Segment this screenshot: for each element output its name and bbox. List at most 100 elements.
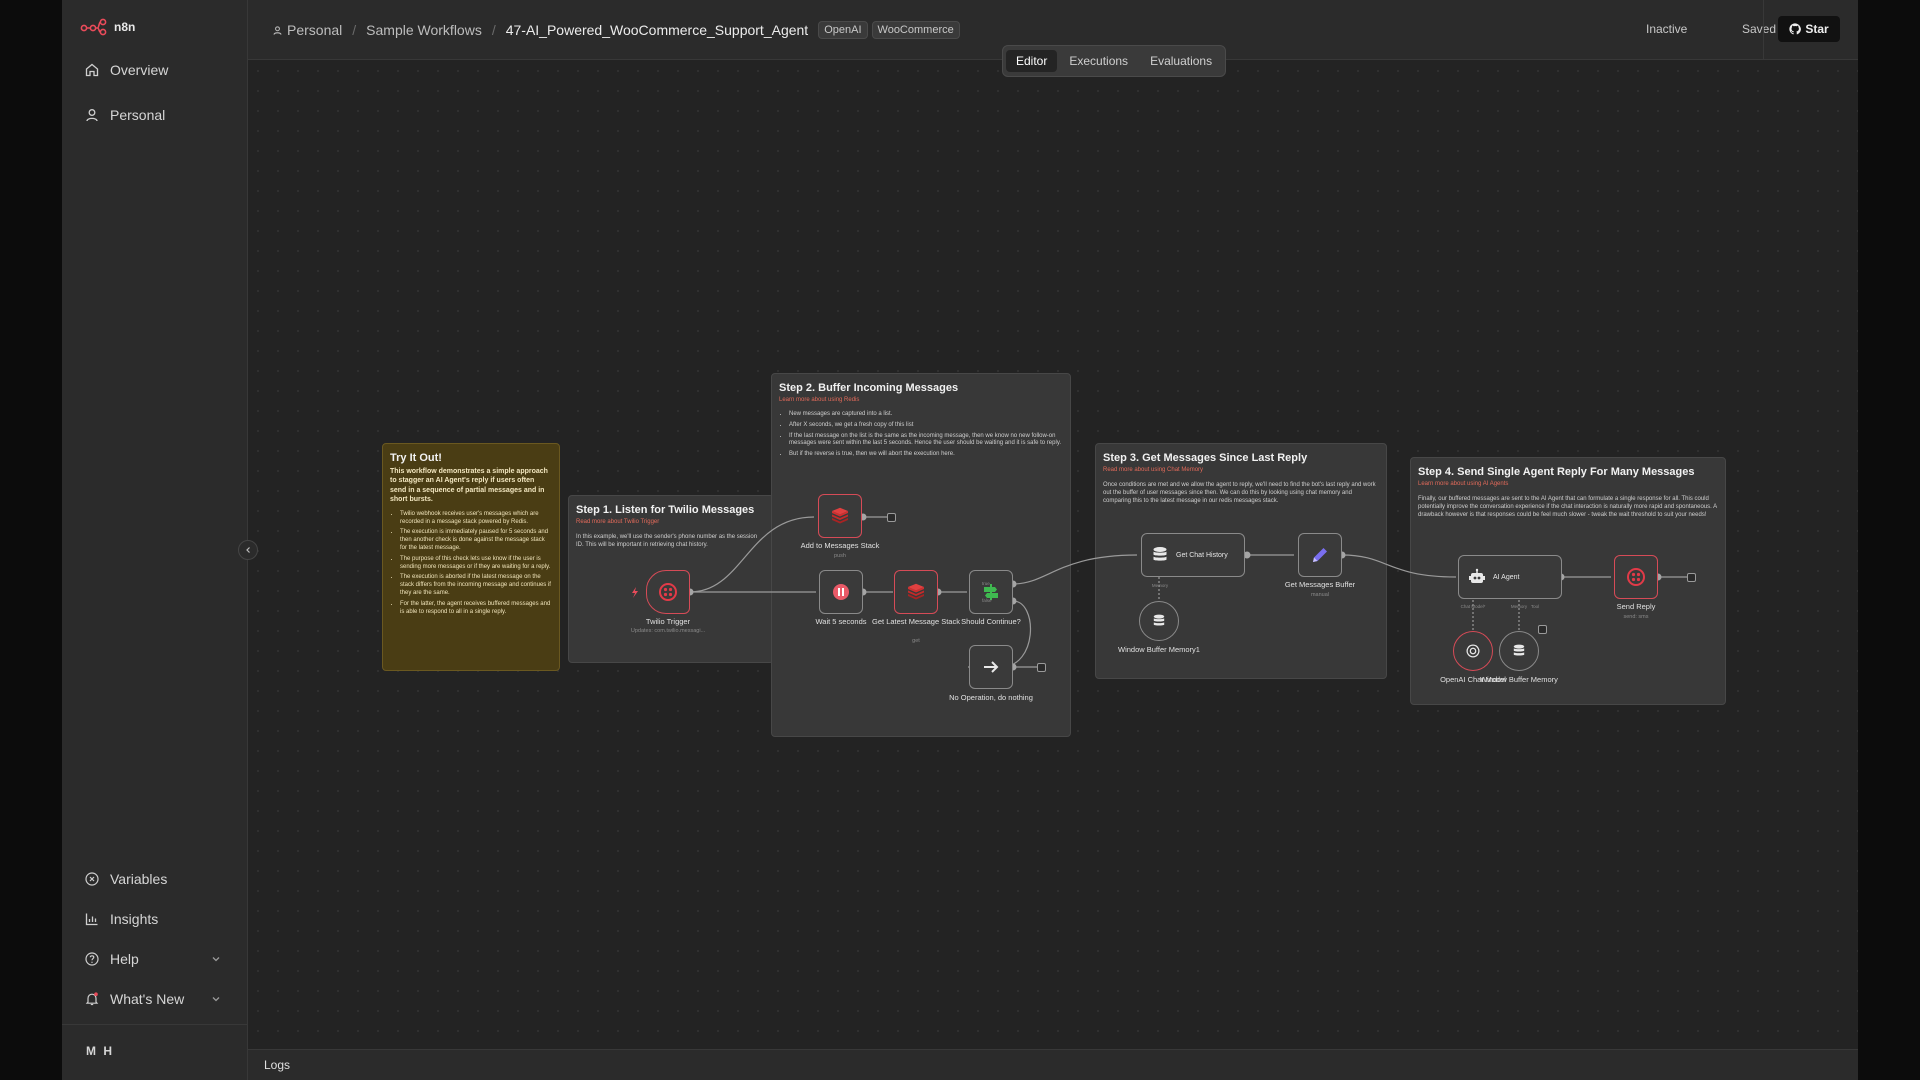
home-icon [85,63,99,77]
github-star-area: Star [1763,0,1858,60]
openai-icon [1466,644,1480,658]
sidebar-item-label: Help [110,951,139,967]
github-star-button[interactable]: Star [1778,16,1840,42]
node-get-messages-buffer[interactable] [1298,533,1342,577]
node-label: Send Reply [1616,602,1656,611]
sidebar-item-label: Variables [110,871,168,887]
node-subtitle: push [834,553,846,559]
breadcrumb-separator: / [352,22,357,38]
robot-icon [1469,568,1485,583]
node-subtitle: get [912,638,920,644]
node-no-operation[interactable] [969,645,1013,689]
node-send-reply[interactable] [1614,555,1658,599]
sidebar-item-whats-new[interactable]: What's New [74,982,236,1016]
node-get-chat-history[interactable]: Get Chat History [1141,533,1245,577]
chevron-down-icon [212,997,220,1002]
add-node-endpoint[interactable] [887,513,896,522]
breadcrumb-folder[interactable]: Sample Workflows [366,22,482,38]
app-name: n8n [114,20,136,34]
node-label: Window Buffer Memory1 [1118,645,1200,654]
tab-executions[interactable]: Executions [1059,50,1138,72]
node-openai-chat-model[interactable] [1453,631,1493,671]
workflow-name[interactable]: 47-AI_Powered_WooCommerce_Support_Agent [506,22,808,38]
logs-label: Logs [264,1058,291,1072]
sidebar-item-help[interactable]: Help [74,942,236,976]
node-label: Should Continue? [961,617,1021,626]
arrow-right-icon [984,661,999,673]
chart-icon [85,913,98,926]
sidebar-item-personal[interactable]: Personal [74,98,236,132]
sidebar-item-label: Insights [110,911,159,927]
active-toggle-status[interactable]: Inactive [1646,22,1687,36]
workflow-canvas[interactable]: Try It Out! This workflow demonstrates a… [248,61,1858,1049]
node-label: Get Messages Buffer [1284,580,1356,589]
bell-icon [85,992,99,1006]
user-initials[interactable]: M H [86,1044,114,1058]
trigger-bolt-icon [632,587,638,598]
node-label: AI Agent [1493,573,1520,581]
branch-true-label: true [982,581,990,586]
redis-icon [908,583,924,600]
pause-icon [833,584,849,600]
port-label: Chat Model* [1460,604,1486,609]
node-label: Twilio Trigger [645,617,691,626]
add-node-endpoint[interactable] [1037,663,1046,672]
node-add-to-messages-stack[interactable] [818,494,862,538]
node-label: Get Chat History [1176,551,1228,559]
twilio-icon [659,583,677,601]
logs-panel-toggle[interactable]: Logs [248,1049,1858,1080]
sidebar-item-overview[interactable]: Overview [74,53,236,87]
database-icon [1153,614,1165,626]
redis-icon [832,507,848,524]
node-label: Window Buffer Memory [1480,675,1558,684]
github-icon [1789,23,1802,35]
node-window-buffer-memory-1[interactable] [1139,601,1179,641]
node-label: Add to Messages Stack [800,541,880,550]
add-node-endpoint[interactable] [1687,573,1696,582]
sidebar: n8n Overview Personal Variables Insights… [62,0,248,1080]
connection-if-history [1012,554,1138,585]
sidebar-item-label: Personal [110,107,166,123]
connection-buffer-agent [1341,554,1457,578]
sidebar-item-label: Overview [110,62,169,78]
node-window-buffer-memory[interactable] [1499,631,1539,671]
port-label: Memory [1151,583,1169,588]
app-window: n8n Overview Personal Variables Insights… [62,0,1858,1080]
tag-openai[interactable]: OpenAI [818,21,868,39]
sidebar-item-label: What's New [110,991,185,1007]
node-subtitle: manual [1310,592,1330,598]
breadcrumb-label: Personal [287,22,343,38]
port-label: Tool [1530,604,1540,609]
branch-false-label: false [982,598,992,603]
n8n-logo-icon [80,18,107,36]
node-label: No Operation, do nothing [949,693,1033,702]
star-label: Star [1805,22,1829,36]
user-icon [86,109,98,122]
view-tabs: Editor Executions Evaluations [1002,45,1227,77]
tag-woocommerce[interactable]: WooCommerce [871,21,960,39]
node-wait-5-seconds[interactable] [819,570,863,614]
chevron-left-icon [246,547,250,553]
app-logo[interactable]: n8n [80,18,135,36]
node-get-latest-message-stack[interactable] [894,570,938,614]
breadcrumb-personal[interactable]: Personal [272,22,342,38]
sidebar-collapse-button[interactable] [238,540,258,560]
help-icon [85,952,99,966]
database-icon [1513,644,1525,656]
node-subtitle: send: sms [1623,614,1649,620]
tab-evaluations[interactable]: Evaluations [1140,50,1222,72]
sidebar-item-variables[interactable]: Variables [74,862,236,896]
add-tool-endpoint[interactable] [1538,625,1547,634]
twilio-icon [1627,568,1645,586]
node-should-continue[interactable] [969,570,1013,614]
node-subtitle: Updates: com.twilio.messagi... [630,628,706,634]
pencil-icon [1313,548,1327,562]
variables-icon [85,872,99,886]
breadcrumb: Personal / Sample Workflows / 47-AI_Powe… [272,21,960,39]
database-icon [1153,547,1167,561]
sidebar-item-insights[interactable]: Insights [74,902,236,936]
node-twilio-trigger[interactable] [646,570,690,614]
tab-editor[interactable]: Editor [1006,50,1058,72]
node-ai-agent[interactable]: AI Agent [1458,555,1562,599]
user-icon [273,25,282,35]
